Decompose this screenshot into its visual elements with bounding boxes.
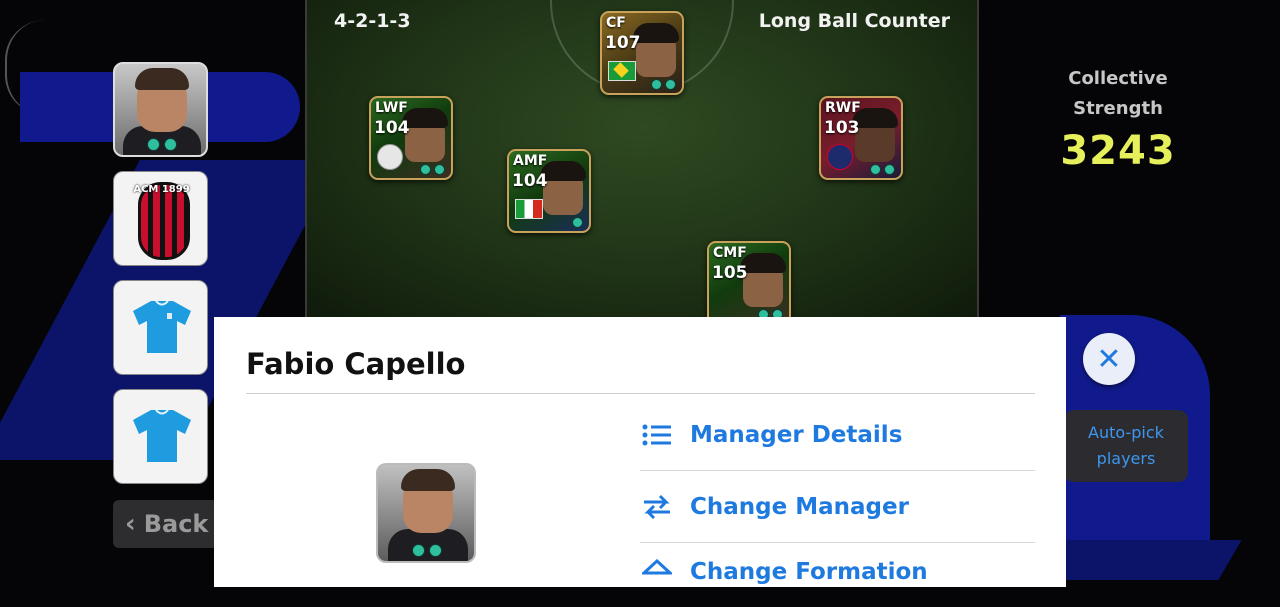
chevron-left-icon: ‹ xyxy=(125,509,136,539)
player-card-cmf[interactable]: CMF 105 xyxy=(707,241,791,318)
club-crest-icon xyxy=(377,144,403,170)
player-position: CMF xyxy=(713,245,747,261)
brazil-flag-icon xyxy=(608,61,636,81)
player-card-lwf[interactable]: LWF 104 xyxy=(369,96,453,180)
auto-pick-button[interactable]: Auto-pick players xyxy=(1064,410,1188,482)
back-label: Back xyxy=(143,510,209,538)
rating-dots xyxy=(572,217,583,228)
close-icon: ✕ xyxy=(1096,341,1122,377)
player-portrait xyxy=(540,161,586,215)
change-manager-label: Change Manager xyxy=(690,494,909,520)
player-rating: 103 xyxy=(824,118,860,138)
player-portrait xyxy=(740,253,786,307)
player-card-rwf[interactable]: RWF 103 xyxy=(819,96,903,180)
swap-arrows-icon xyxy=(640,494,674,520)
player-portrait xyxy=(633,23,679,77)
shirt-icon xyxy=(133,409,191,462)
club-emblem-button[interactable]: ACM 1899 xyxy=(113,171,208,266)
collective-strength-value: 3243 xyxy=(1060,128,1176,174)
manager-modal: Fabio Capello Manager Details Change Man… xyxy=(214,317,1066,587)
player-rating: 107 xyxy=(605,33,641,53)
rating-dots xyxy=(870,164,895,175)
crest-text: ACM 1899 xyxy=(133,184,190,195)
psg-crest-icon xyxy=(827,144,853,170)
auto-pick-line1: Auto-pick xyxy=(1088,423,1164,442)
change-manager-item[interactable]: Change Manager xyxy=(640,472,1035,542)
italy-flag-icon xyxy=(515,199,543,219)
modal-title: Fabio Capello xyxy=(246,347,466,381)
manager-portrait xyxy=(135,68,189,132)
change-formation-label: Change Formation xyxy=(690,559,928,585)
formation-icon xyxy=(640,559,674,585)
player-rating: 104 xyxy=(374,118,410,138)
change-formation-item[interactable]: Change Formation xyxy=(640,537,1035,607)
away-kit-button[interactable] xyxy=(113,389,208,484)
tactic-label[interactable]: Long Ball Counter xyxy=(759,10,950,32)
rating-dots xyxy=(147,138,177,151)
player-rating: 104 xyxy=(512,171,548,191)
formation-label[interactable]: 4-2-1-3 xyxy=(334,10,411,32)
close-button[interactable]: ✕ xyxy=(1083,333,1135,385)
player-portrait xyxy=(852,108,898,162)
strength-label-line2: Strength xyxy=(1073,98,1163,119)
rating-dots xyxy=(412,544,442,557)
pitch: 4-2-1-3 Long Ball Counter CF 107 LWF 104… xyxy=(305,0,979,318)
divider xyxy=(640,470,1035,471)
manager-details-item[interactable]: Manager Details xyxy=(640,400,1035,470)
player-card-cf[interactable]: CF 107 xyxy=(600,11,684,95)
back-button[interactable]: ‹ Back xyxy=(113,500,223,548)
manager-details-label: Manager Details xyxy=(690,422,903,448)
shirt-icon xyxy=(133,300,191,353)
divider xyxy=(246,393,1035,394)
manager-portrait-large xyxy=(376,463,476,563)
rating-dots xyxy=(420,164,445,175)
player-portrait xyxy=(402,108,448,162)
rating-dots xyxy=(651,79,676,90)
home-kit-button[interactable] xyxy=(113,280,208,375)
player-rating: 105 xyxy=(712,263,748,283)
list-icon xyxy=(640,424,674,446)
manager-head xyxy=(401,469,455,533)
collective-strength-label: Collective Strength xyxy=(1058,64,1178,124)
strength-label-line1: Collective xyxy=(1068,68,1168,89)
player-position: RWF xyxy=(825,100,861,116)
player-position: AMF xyxy=(513,153,548,169)
player-card-amf[interactable]: AMF 104 xyxy=(507,149,591,233)
manager-button[interactable] xyxy=(113,62,208,157)
player-position: CF xyxy=(606,15,626,31)
player-position: LWF xyxy=(375,100,408,116)
auto-pick-line2: players xyxy=(1096,449,1156,468)
